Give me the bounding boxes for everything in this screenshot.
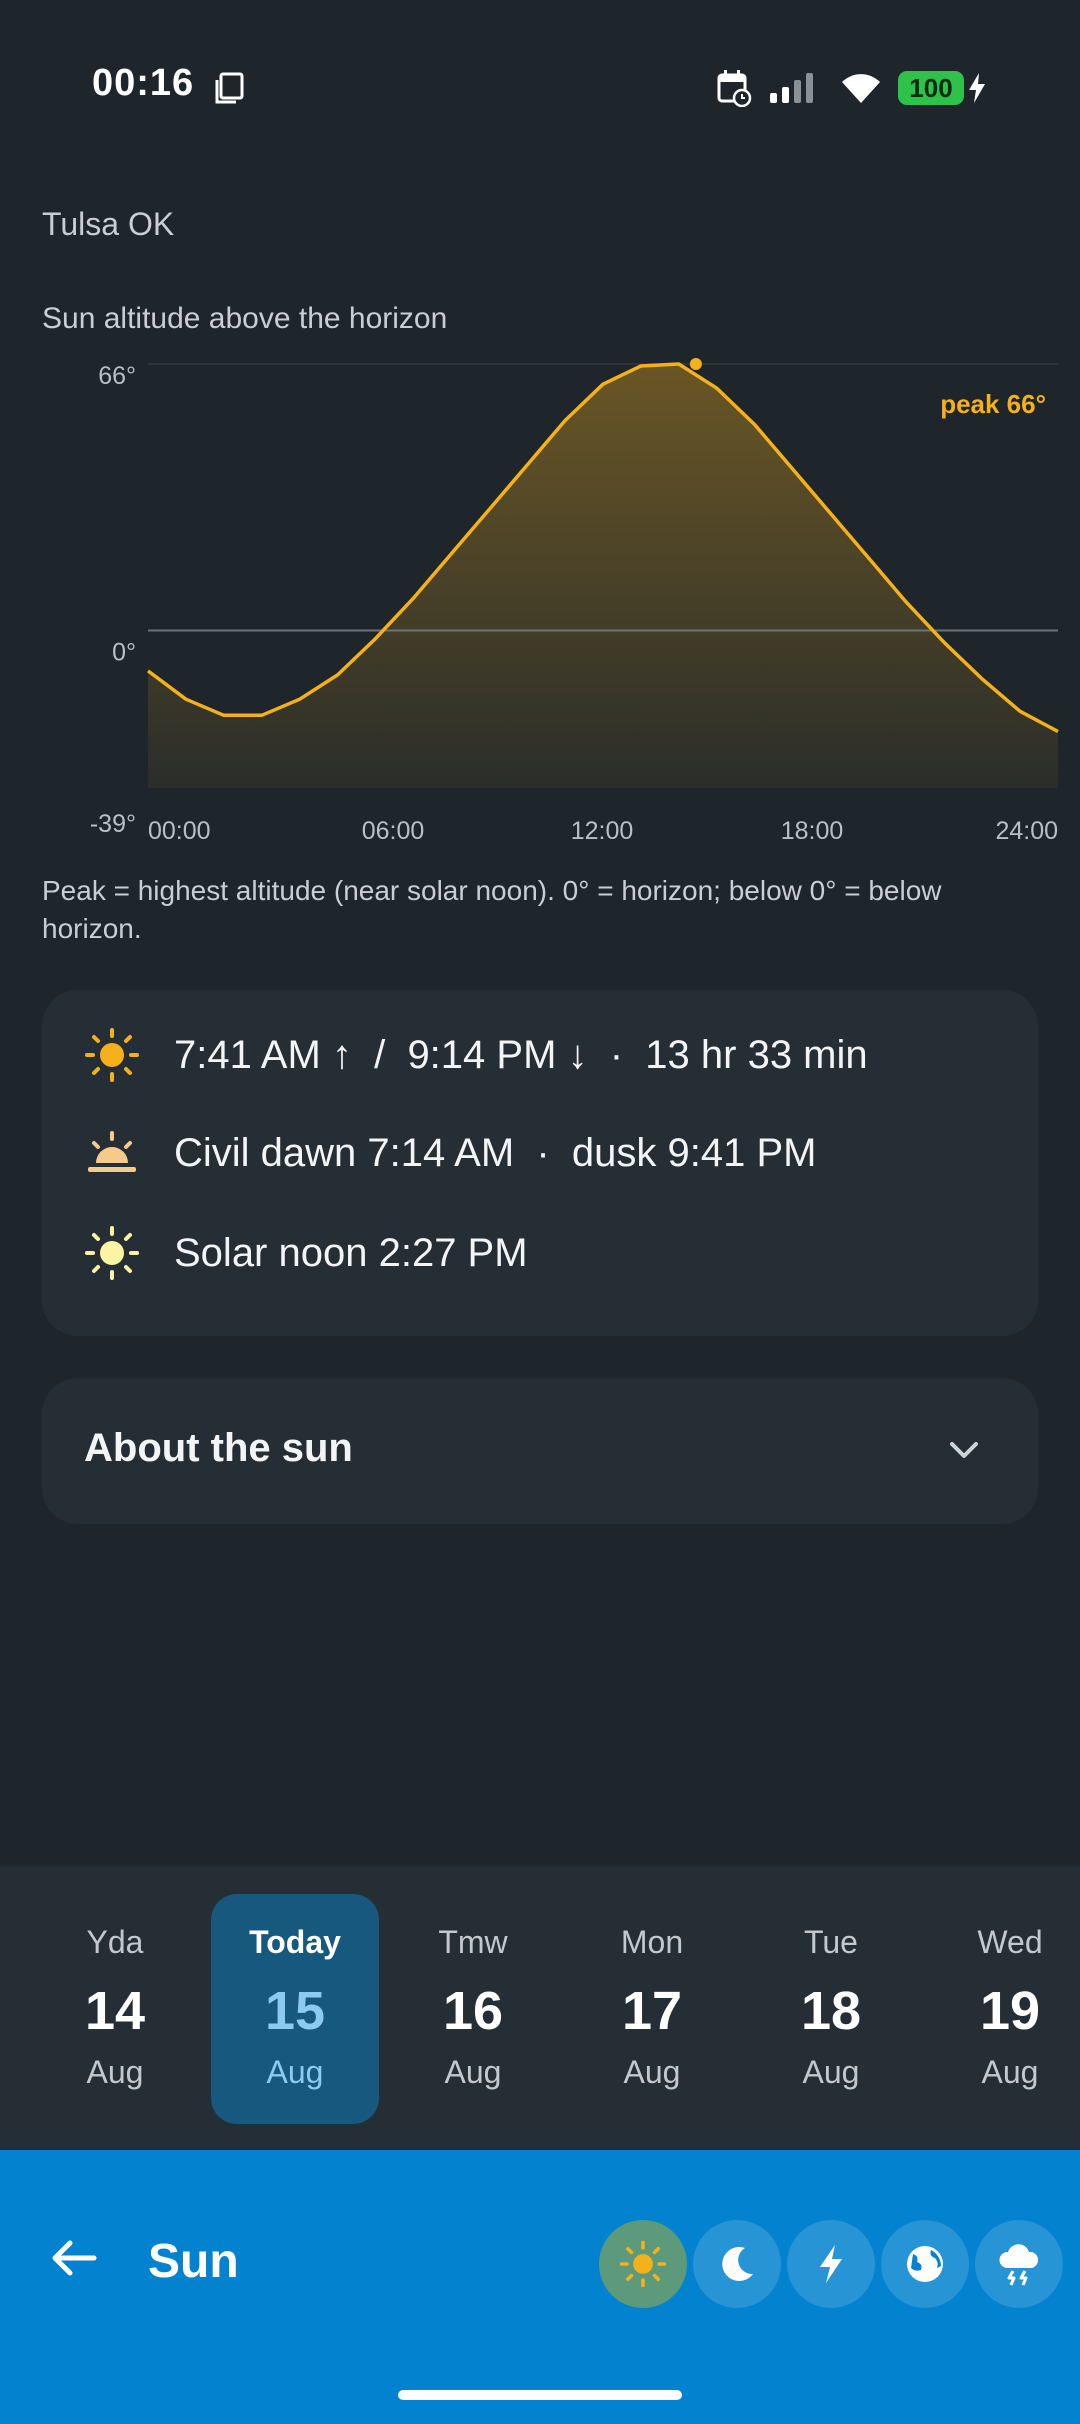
moon-icon xyxy=(722,2246,753,2281)
day-month: Aug xyxy=(86,2054,144,2090)
y-tick-label: -39° xyxy=(90,810,136,838)
day-tuesday[interactable]: Tue 18 Aug xyxy=(747,1894,915,2124)
rise-set-row: 7:41 AM ↑ / 9:14 PM ↓ · 13 hr 33 min xyxy=(42,1020,1038,1090)
solar-noon-icon xyxy=(85,1226,139,1280)
day-number: 14 xyxy=(84,1981,146,2041)
altitude-area xyxy=(148,364,1058,788)
moon-mode-button[interactable] xyxy=(693,2220,781,2308)
rise-set-text: 7:41 AM ↑ / 9:14 PM ↓ · 13 hr 33 min xyxy=(174,1032,868,1077)
day-yesterday[interactable]: Yda 14 Aug xyxy=(31,1894,199,2124)
screenshot-icon xyxy=(215,72,244,104)
storm-cloud-icon xyxy=(999,2244,1039,2286)
day-number: 19 xyxy=(979,1981,1041,2041)
back-arrow-icon[interactable] xyxy=(44,2228,104,2288)
civil-twilight-text: Civil dawn 7:14 AM · dusk 9:41 PM xyxy=(174,1130,817,1175)
chevron-down-icon xyxy=(950,1442,978,1458)
day-month: Aug xyxy=(623,2054,681,2090)
sun-mode-button[interactable] xyxy=(599,2220,687,2308)
home-indicator[interactable] xyxy=(398,2390,682,2400)
lightning-mode-button[interactable] xyxy=(787,2220,875,2308)
signal-icon xyxy=(770,73,813,103)
x-tick-label: 24:00 xyxy=(995,817,1058,845)
day-name: Yda xyxy=(86,1924,144,1960)
status-icons: 100 xyxy=(716,66,988,110)
day-today[interactable]: Today 15 Aug xyxy=(211,1894,379,2124)
status-time: 00:16 xyxy=(92,62,195,104)
day-monday[interactable]: Mon 17 Aug xyxy=(568,1894,736,2124)
day-number: 18 xyxy=(800,1981,862,2041)
wifi-icon xyxy=(842,74,880,103)
solar-noon-row: Solar noon 2:27 PM xyxy=(42,1218,1038,1288)
about-sun-title: About the sun xyxy=(84,1426,353,1470)
day-month: Aug xyxy=(444,2054,502,2090)
day-month: Aug xyxy=(802,2054,860,2090)
lightning-icon xyxy=(820,2245,842,2283)
day-month: Aug xyxy=(266,2054,324,2090)
day-number: 16 xyxy=(442,1981,504,2041)
day-number: 17 xyxy=(621,1981,683,2041)
sun-times-card: 7:41 AM ↑ / 9:14 PM ↓ · 13 hr 33 min Civ… xyxy=(42,990,1038,1336)
chart-footnote: Peak = highest altitude (near solar noon… xyxy=(42,875,942,944)
day-number: 15 xyxy=(264,1981,326,2041)
battery-icon: 100 xyxy=(898,71,964,105)
screen-title: Sun xyxy=(148,2235,239,2288)
day-wednesday[interactable]: Wed 19 Aug xyxy=(926,1894,1080,2124)
civil-twilight-row: Civil dawn 7:14 AM · dusk 9:41 PM xyxy=(42,1118,1038,1188)
calendar-clock-icon xyxy=(717,70,752,107)
sun-icon xyxy=(85,1028,139,1082)
sunrise-icon xyxy=(88,1131,136,1172)
day-name: Today xyxy=(249,1924,341,1960)
y-tick-label: 0° xyxy=(112,639,136,667)
sun-altitude-chart: peak 66° 66° 0° -39° 00:00 06:00 12:00 18:00 24:… xyxy=(90,358,1059,845)
about-sun-expander[interactable]: About the sun xyxy=(42,1378,1038,1524)
storm-mode-button[interactable] xyxy=(975,2220,1063,2308)
status-bar: 00:16 100 xyxy=(0,0,1080,170)
y-tick-label: 66° xyxy=(98,362,136,390)
peak-marker xyxy=(689,358,702,370)
x-tick-label: 12:00 xyxy=(571,817,634,845)
x-tick-label: 18:00 xyxy=(781,817,844,845)
globe-mode-button[interactable] xyxy=(881,2220,969,2308)
day-tomorrow[interactable]: Tmw 16 Aug xyxy=(389,1894,557,2124)
day-name: Tmw xyxy=(438,1924,508,1960)
day-selector: Yda 14 Aug Today 15 Aug Tmw 16 Aug Mon 1… xyxy=(0,1866,1080,2150)
x-tick-label: 00:00 xyxy=(148,817,211,845)
globe-icon xyxy=(907,2246,943,2282)
day-name: Wed xyxy=(977,1924,1043,1960)
day-name: Tue xyxy=(804,1924,858,1960)
peak-label: peak 66° xyxy=(940,389,1046,419)
charging-bolt-icon xyxy=(969,73,985,103)
sun-screen: 00:16 100 Tulsa OK Sun altitude above th… xyxy=(0,0,1080,2424)
sun-icon xyxy=(619,2240,667,2288)
chart-caption: Sun altitude above the horizon xyxy=(42,302,448,335)
day-month: Aug xyxy=(981,2054,1039,2090)
day-name: Mon xyxy=(620,1924,684,1960)
location-name: Tulsa OK xyxy=(42,206,175,242)
x-tick-label: 06:00 xyxy=(362,817,425,845)
solar-noon-text: Solar noon 2:27 PM xyxy=(174,1230,528,1275)
bottom-app-bar: Sun xyxy=(0,2150,1080,2424)
